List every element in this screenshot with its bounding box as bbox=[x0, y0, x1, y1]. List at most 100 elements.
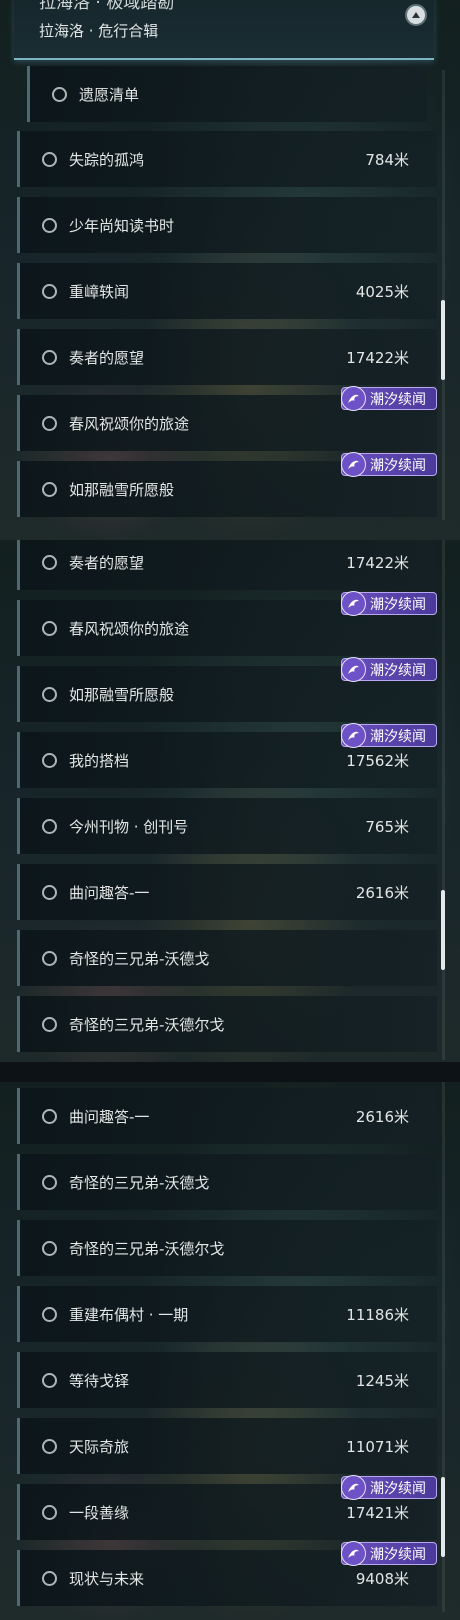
quest-distance: 17422米 bbox=[346, 348, 409, 367]
quest-name: 天际奇旅 bbox=[69, 1437, 130, 1456]
quest-row[interactable]: 奏者的愿望 17422米 bbox=[17, 329, 437, 385]
radio-empty-icon bbox=[52, 86, 67, 102]
quest-row[interactable]: 奇怪的三兄弟-沃德戈 bbox=[17, 930, 437, 986]
radio-empty-icon bbox=[42, 415, 57, 431]
quest-distance: 17422米 bbox=[346, 553, 409, 572]
tide-story-badge: 潮汐续闻 bbox=[341, 723, 437, 748]
collapse-button[interactable] bbox=[405, 4, 427, 26]
quest-row[interactable]: 奏者的愿望 17422米 bbox=[17, 540, 437, 590]
quest-distance: 1245米 bbox=[355, 1371, 409, 1390]
region-subtitle: 拉海洛 · 危行合辑 bbox=[39, 22, 159, 40]
quest-distance: 765米 bbox=[365, 817, 409, 836]
quest-row[interactable]: 奇怪的三兄弟-沃德尔戈 bbox=[17, 1220, 437, 1276]
quest-name: 等待戈铎 bbox=[69, 1371, 130, 1390]
quest-name: 曲问趣答-一 bbox=[69, 883, 150, 902]
quest-distance: 11071米 bbox=[346, 1437, 409, 1456]
tide-story-badge: 潮汐续闻 bbox=[341, 386, 437, 411]
quest-name: 奇怪的三兄弟-沃德尔戈 bbox=[69, 1239, 225, 1258]
radio-empty-icon bbox=[42, 1372, 57, 1388]
quest-name: 少年尚知读书时 bbox=[69, 216, 175, 235]
quest-row[interactable]: 遗愿清单 bbox=[27, 66, 427, 122]
quest-distance: 2616米 bbox=[355, 883, 409, 902]
radio-empty-icon bbox=[42, 1504, 57, 1520]
radio-empty-icon bbox=[42, 1016, 57, 1032]
radio-empty-icon bbox=[42, 752, 57, 768]
radio-empty-icon bbox=[42, 1240, 57, 1256]
quest-name: 失踪的孤鸿 bbox=[69, 150, 145, 169]
quest-row[interactable]: 奇怪的三兄弟-沃德尔戈 bbox=[17, 996, 437, 1052]
quest-name: 奇怪的三兄弟-沃德戈 bbox=[69, 1173, 210, 1192]
region-title: 拉海洛 · 极域踏勘 bbox=[39, 0, 175, 10]
tide-story-badge: 潮汐续闻 bbox=[341, 1475, 437, 1500]
region-header[interactable]: 拉海洛 · 极域踏勘 拉海洛 · 危行合辑 bbox=[14, 0, 434, 60]
radio-empty-icon bbox=[42, 283, 57, 299]
quest-distance: 9408米 bbox=[355, 1569, 409, 1588]
quest-distance: 17562米 bbox=[346, 751, 409, 770]
quest-row[interactable]: 奇怪的三兄弟-沃德戈 bbox=[17, 1154, 437, 1210]
quest-row[interactable]: 少年尚知读书时 bbox=[17, 197, 437, 253]
tide-swirl-icon bbox=[341, 386, 366, 411]
radio-empty-icon bbox=[42, 950, 57, 966]
radio-empty-icon bbox=[42, 818, 57, 834]
quest-row[interactable]: 失踪的孤鸿 784米 bbox=[17, 131, 437, 187]
quest-name: 春风祝颂你的旅途 bbox=[69, 619, 190, 638]
quest-name: 重建布偶村 · 一期 bbox=[69, 1305, 189, 1324]
radio-empty-icon bbox=[42, 1306, 57, 1322]
scrollbar-thumb[interactable] bbox=[441, 1477, 445, 1557]
quest-row[interactable]: 今州刊物 · 创刊号 765米 bbox=[17, 798, 437, 854]
tide-swirl-icon bbox=[341, 1541, 366, 1566]
radio-empty-icon bbox=[42, 686, 57, 702]
radio-empty-icon bbox=[42, 1108, 57, 1124]
radio-empty-icon bbox=[42, 481, 57, 497]
radio-empty-icon bbox=[42, 554, 57, 570]
radio-empty-icon bbox=[42, 1438, 57, 1454]
quest-name: 遗愿清单 bbox=[79, 85, 140, 104]
panel-divider bbox=[0, 1062, 460, 1082]
quest-name: 奏者的愿望 bbox=[69, 553, 145, 572]
quest-row[interactable]: 天际奇旅 11071米 bbox=[17, 1418, 437, 1474]
tide-swirl-icon bbox=[341, 657, 366, 682]
quest-name: 奏者的愿望 bbox=[69, 348, 145, 367]
badge-label: 潮汐续闻 bbox=[370, 1546, 426, 1563]
badge-label: 潮汐续闻 bbox=[370, 1480, 426, 1497]
scrollbar-thumb[interactable] bbox=[441, 890, 445, 970]
chevron-up-icon bbox=[412, 12, 420, 18]
quest-name: 春风祝颂你的旅途 bbox=[69, 414, 190, 433]
tide-story-badge: 潮汐续闻 bbox=[341, 1541, 437, 1566]
scrollbar-thumb[interactable] bbox=[441, 300, 445, 380]
quest-name: 如那融雪所愿般 bbox=[69, 480, 175, 499]
badge-label: 潮汐续闻 bbox=[370, 391, 426, 408]
radio-empty-icon bbox=[42, 1174, 57, 1190]
quest-name: 重嶂轶闻 bbox=[69, 282, 130, 301]
badge-label: 潮汐续闻 bbox=[370, 596, 426, 613]
quest-name: 一段善缘 bbox=[69, 1503, 130, 1522]
badge-label: 潮汐续闻 bbox=[370, 457, 426, 474]
quest-row[interactable]: 曲问趣答-一 2616米 bbox=[17, 864, 437, 920]
quest-row[interactable]: 等待戈铎 1245米 bbox=[17, 1352, 437, 1408]
quest-list-panel-2: 奏者的愿望 17422米 潮汐续闻 春风祝颂你的旅途 潮汐续闻 如那融雪所愿般 … bbox=[0, 540, 460, 1082]
quest-row[interactable]: 重建布偶村 · 一期 11186米 bbox=[17, 1286, 437, 1342]
radio-empty-icon bbox=[42, 1570, 57, 1586]
quest-name: 如那融雪所愿般 bbox=[69, 685, 175, 704]
quest-distance: 4025米 bbox=[355, 282, 409, 301]
scrollbar-track[interactable] bbox=[442, 540, 445, 1060]
tide-swirl-icon bbox=[341, 591, 366, 616]
tide-story-badge: 潮汐续闻 bbox=[341, 657, 437, 682]
quest-row[interactable]: 曲问趣答-一 2616米 bbox=[17, 1088, 437, 1144]
radio-empty-icon bbox=[42, 620, 57, 636]
scrollbar-track[interactable] bbox=[442, 70, 445, 520]
badge-label: 潮汐续闻 bbox=[370, 662, 426, 679]
badge-label: 潮汐续闻 bbox=[370, 728, 426, 745]
tide-story-badge: 潮汐续闻 bbox=[341, 591, 437, 616]
tide-swirl-icon bbox=[341, 452, 366, 477]
radio-empty-icon bbox=[42, 349, 57, 365]
radio-empty-icon bbox=[42, 884, 57, 900]
quest-distance: 17421米 bbox=[346, 1503, 409, 1522]
radio-empty-icon bbox=[42, 217, 57, 233]
quest-name: 我的搭档 bbox=[69, 751, 130, 770]
quest-distance: 2616米 bbox=[355, 1107, 409, 1126]
tide-story-badge: 潮汐续闻 bbox=[341, 452, 437, 477]
quest-row[interactable]: 重嶂轶闻 4025米 bbox=[17, 263, 437, 319]
quest-list-panel-1: 拉海洛 · 极域踏勘 拉海洛 · 危行合辑 遗愿清单 失踪的孤鸿 784米 少年… bbox=[0, 0, 460, 540]
quest-distance: 784米 bbox=[365, 150, 409, 169]
